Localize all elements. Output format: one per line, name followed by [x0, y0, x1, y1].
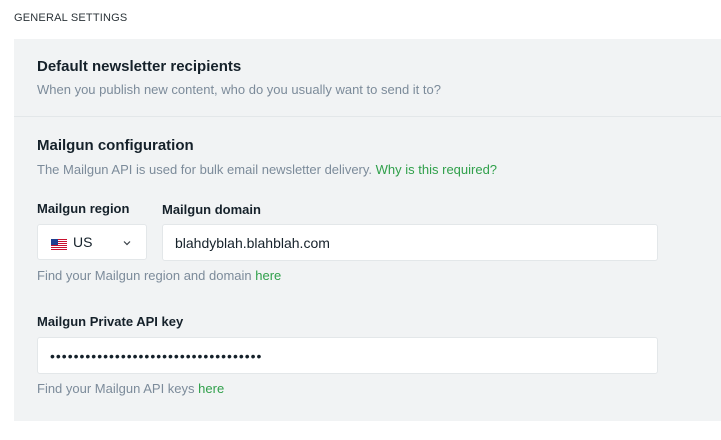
newsletter-recipients-block[interactable]: Default newsletter recipients When you p…: [14, 39, 721, 117]
newsletter-description: When you publish new content, who do you…: [37, 82, 441, 97]
settings-panel: Default newsletter recipients When you p…: [14, 39, 721, 421]
domain-input[interactable]: blahdyblah.blahblah.com: [162, 224, 658, 261]
api-key-label: Mailgun Private API key: [37, 314, 184, 329]
mailgun-title: Mailgun configuration: [37, 137, 194, 154]
chevron-down-icon: [122, 235, 132, 251]
section-title: GENERAL SETTINGS: [14, 12, 128, 24]
us-flag-icon: [51, 237, 67, 250]
api-key-hint: Find your Mailgun API keys here: [37, 381, 224, 396]
region-select[interactable]: US: [37, 224, 147, 260]
mailgun-description: The Mailgun API is used for bulk email n…: [37, 162, 497, 177]
region-value: US: [73, 234, 93, 250]
api-key-input[interactable]: ••••••••••••••••••••••••••••••••••••: [37, 337, 658, 374]
domain-label: Mailgun domain: [162, 202, 261, 217]
region-label: Mailgun region: [37, 201, 130, 216]
newsletter-title: Default newsletter recipients: [37, 58, 242, 75]
domain-hint-text: Find your Mailgun region and domain: [37, 268, 252, 283]
domain-hint: Find your Mailgun region and domain here: [37, 268, 281, 283]
why-required-link[interactable]: Why is this required?: [376, 162, 497, 177]
api-key-hint-text: Find your Mailgun API keys: [37, 381, 195, 396]
api-key-hint-link[interactable]: here: [198, 381, 224, 396]
mailgun-description-text: The Mailgun API is used for bulk email n…: [37, 162, 373, 177]
api-key-value: ••••••••••••••••••••••••••••••••••••: [50, 347, 263, 364]
domain-value: blahdyblah.blahblah.com: [175, 234, 330, 251]
domain-hint-link[interactable]: here: [255, 268, 281, 283]
